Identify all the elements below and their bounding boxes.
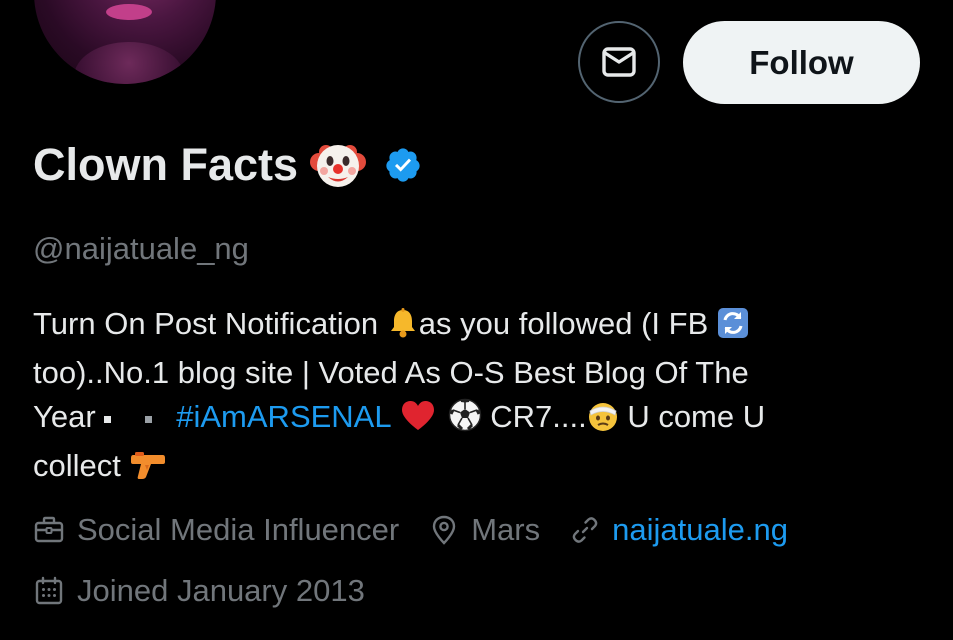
profile-name-row: Clown Facts xyxy=(33,138,422,192)
meta-website[interactable]: naijatuale.ng xyxy=(570,512,788,548)
meta-location: Mars xyxy=(429,512,540,548)
envelope-icon xyxy=(602,47,636,77)
profile-meta: Social Media Influencer Mars naijatuale.… xyxy=(33,512,788,548)
category-text: Social Media Influencer xyxy=(77,512,400,547)
bell-icon xyxy=(387,307,419,351)
location-pin-icon xyxy=(433,515,456,545)
bio-text: U come U xyxy=(618,399,766,434)
bio-text: Year xyxy=(33,399,105,434)
bio-text: CR7.... xyxy=(481,399,587,434)
profile-bio: Turn On Post Notification as you followe… xyxy=(33,302,913,493)
follow-button[interactable]: Follow xyxy=(683,21,920,104)
bio-text: collect xyxy=(33,448,130,483)
avatar-photo-detail xyxy=(106,4,152,20)
display-name: Clown Facts xyxy=(33,139,299,190)
bio-text: Turn On Post Notification xyxy=(33,306,387,341)
briefcase-icon xyxy=(34,516,64,543)
bio-text: as you followed (I FB xyxy=(418,306,717,341)
profile-avatar[interactable] xyxy=(34,0,216,84)
bio-text: too)..No.1 blog site | Voted As O-S Best… xyxy=(33,355,749,390)
verified-badge-icon[interactable] xyxy=(384,146,422,184)
soccer-ball-icon xyxy=(448,398,482,444)
joined-text: Joined January 2013 xyxy=(77,573,365,608)
red-heart-icon xyxy=(400,400,436,444)
link-icon xyxy=(572,517,598,543)
meta-joined: Joined January 2013 xyxy=(33,573,365,609)
head-bandage-icon xyxy=(587,400,619,444)
repeat-arrows-icon xyxy=(717,307,749,351)
calendar-icon xyxy=(35,576,63,605)
hashtag-link[interactable]: #iAmARSENAL xyxy=(176,399,391,434)
website-link[interactable]: naijatuale.ng xyxy=(612,512,788,548)
profile-joined: Joined January 2013 xyxy=(33,573,365,609)
location-text: Mars xyxy=(471,512,541,547)
avatar-photo-detail xyxy=(74,42,184,84)
profile-handle: @naijatuale_ng xyxy=(33,231,249,266)
clown-face-icon xyxy=(310,140,367,190)
white-small-square-icon xyxy=(145,416,153,423)
water-pistol-icon xyxy=(129,449,167,493)
black-small-square-icon xyxy=(104,416,112,423)
message-button[interactable] xyxy=(578,21,660,103)
meta-category: Social Media Influencer xyxy=(33,512,399,548)
